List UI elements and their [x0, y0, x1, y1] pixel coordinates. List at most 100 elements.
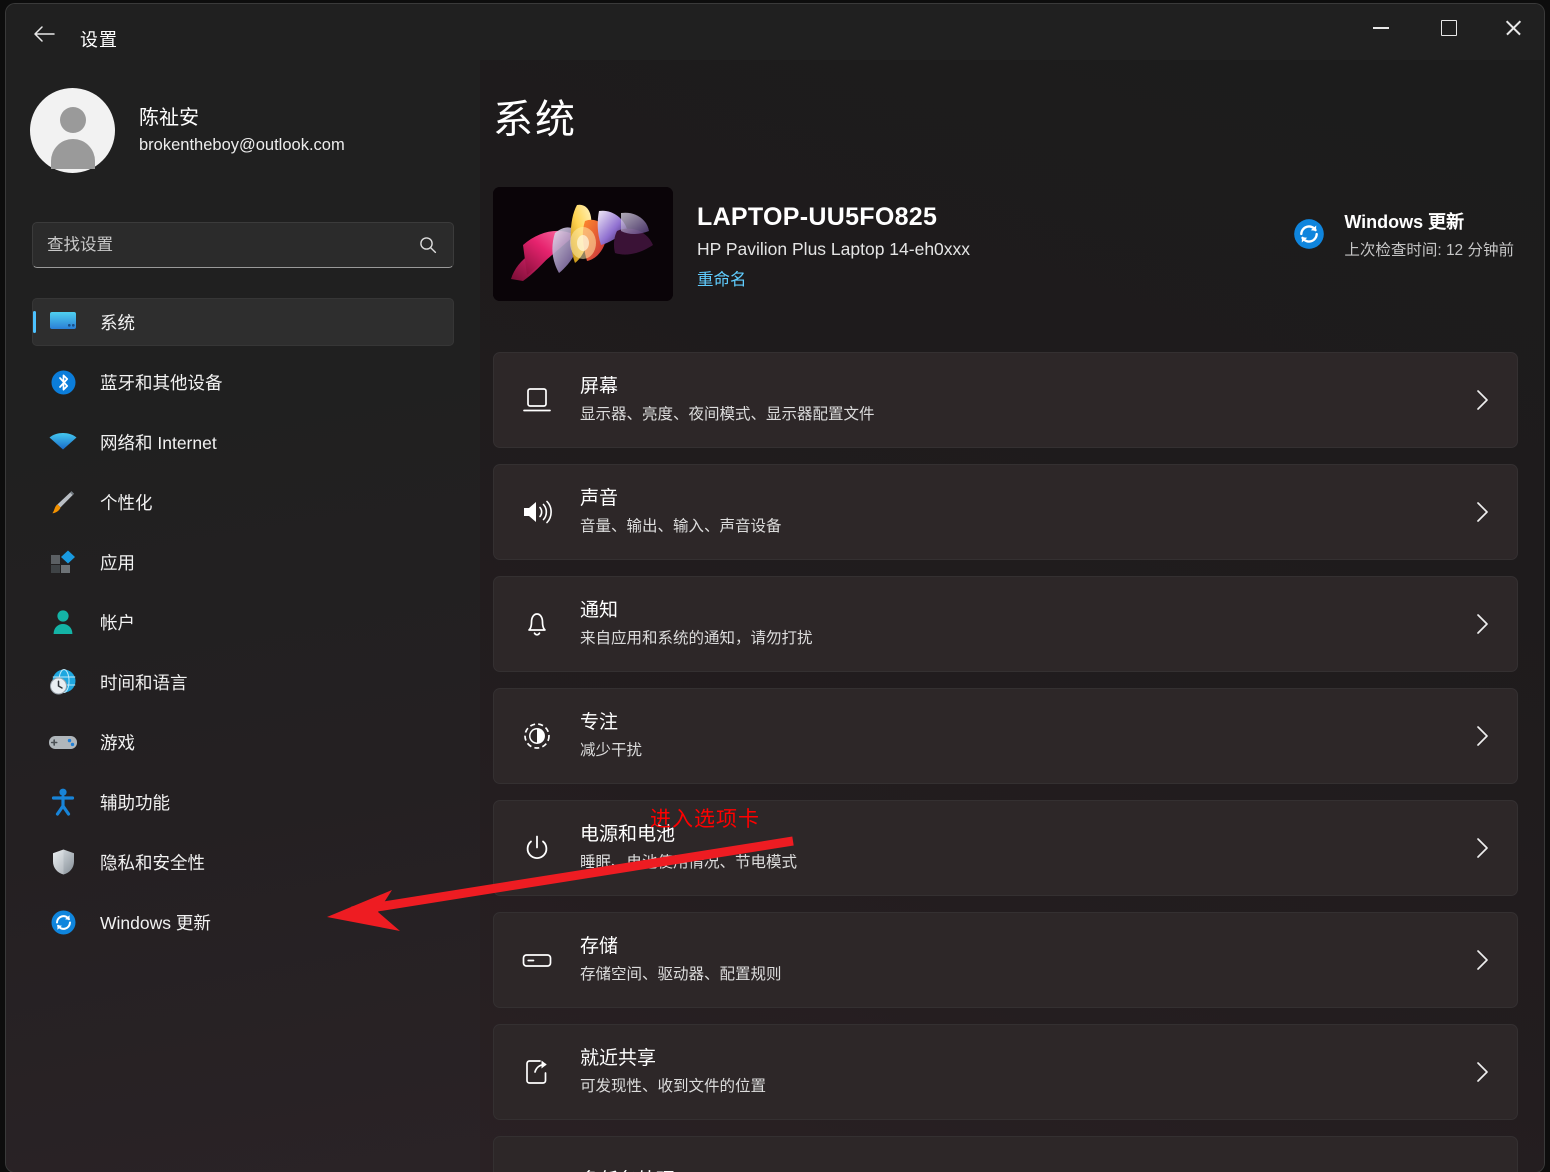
- bluetooth-icon: [48, 367, 78, 397]
- account-text: 陈祉安 brokentheboy@outlook.com: [139, 105, 345, 156]
- windows-bloom-wallpaper: [493, 187, 673, 301]
- windows-update-title: Windows 更新: [1344, 212, 1465, 232]
- card-title: 通知: [580, 600, 619, 622]
- gamepad-icon: [48, 727, 78, 757]
- search-input[interactable]: [33, 235, 419, 255]
- device-info: LAPTOP-UU5FO825 HP Pavilion Plus Laptop …: [697, 203, 970, 290]
- settings-card-power-battery[interactable]: 电源和电池 睡眠、电池使用情况、节电模式: [493, 800, 1518, 896]
- sidebar-item-personalization[interactable]: 个性化: [32, 478, 454, 526]
- chevron-right-icon[interactable]: [1476, 501, 1489, 523]
- focus-icon: [516, 715, 558, 757]
- windows-update-icon: [1293, 218, 1325, 250]
- minimize-icon: [1373, 27, 1389, 29]
- close-icon: [1504, 19, 1522, 37]
- sidebar-item-label: Windows 更新: [100, 912, 211, 933]
- card-subtitle: 睡眠、电池使用情况、节电模式: [580, 853, 798, 871]
- search-icon: [419, 236, 453, 254]
- chevron-right-icon[interactable]: [1476, 837, 1489, 859]
- rename-link[interactable]: 重命名: [697, 266, 747, 290]
- card-text: 通知 来自应用和系统的通知，请勿打扰: [580, 599, 813, 649]
- card-text: 专注 减少干扰: [580, 711, 642, 761]
- sidebar-item-bluetooth[interactable]: 蓝牙和其他设备: [32, 358, 454, 406]
- app-title: 设置: [80, 30, 118, 50]
- sidebar-item-system[interactable]: 系统: [32, 298, 454, 346]
- sidebar-item-label: 帐户: [100, 612, 135, 633]
- windows-update-status[interactable]: Windows 更新 上次检查时间: 12 分钟前: [1293, 208, 1514, 260]
- accessibility-icon: [48, 787, 78, 817]
- windows-update-text: Windows 更新 上次检查时间: 12 分钟前: [1344, 208, 1514, 260]
- account-block[interactable]: 陈祉安 brokentheboy@outlook.com: [30, 88, 345, 173]
- account-email: brokentheboy@outlook.com: [139, 135, 345, 154]
- minimize-button[interactable]: [1358, 4, 1404, 52]
- card-title: 专注: [580, 712, 619, 734]
- storage-icon: [516, 939, 558, 981]
- card-text: 屏幕 显示器、亮度、夜间模式、显示器配置文件: [580, 375, 875, 425]
- settings-card-display[interactable]: 屏幕 显示器、亮度、夜间模式、显示器配置文件: [493, 352, 1518, 448]
- time-language-icon: [48, 667, 78, 697]
- settings-card-sound[interactable]: 声音 音量、输出、输入、声音设备: [493, 464, 1518, 560]
- device-name: LAPTOP-UU5FO825: [697, 203, 938, 231]
- card-subtitle: 显示器、亮度、夜间模式、显示器配置文件: [580, 405, 875, 423]
- settings-card-nearby-sharing[interactable]: 就近共享 可发现性、收到文件的位置: [493, 1024, 1518, 1120]
- sidebar-item-privacy-security[interactable]: 隐私和安全性: [32, 838, 454, 886]
- wifi-icon: [48, 427, 78, 457]
- card-title: 存储: [580, 936, 619, 958]
- account-person-icon: [48, 607, 78, 637]
- chevron-right-icon[interactable]: [1476, 1061, 1489, 1083]
- multitasking-icon: [516, 1163, 558, 1172]
- card-text: 存储 存储空间、驱动器、配置规则: [580, 935, 782, 985]
- sidebar-item-label: 游戏: [100, 732, 135, 753]
- chevron-right-icon[interactable]: [1476, 613, 1489, 635]
- windows-update-last-check: 上次检查时间: 12 分钟前: [1344, 242, 1514, 259]
- card-text: 声音 音量、输出、输入、声音设备: [580, 487, 782, 537]
- card-text: 就近共享 可发现性、收到文件的位置: [580, 1047, 766, 1097]
- sidebar-item-label: 个性化: [100, 492, 153, 513]
- bell-icon: [516, 603, 558, 645]
- paintbrush-icon: [48, 487, 78, 517]
- card-subtitle: 减少干扰: [580, 741, 643, 759]
- sidebar-nav: 系统 蓝牙和其他设备 网络和 Internet 个性化 应用 帐户 时间和语言 …: [32, 298, 454, 958]
- maximize-button[interactable]: [1426, 4, 1472, 52]
- card-subtitle: 来自应用和系统的通知，请勿打扰: [580, 629, 813, 647]
- back-button[interactable]: [24, 18, 64, 50]
- chevron-right-icon[interactable]: [1476, 389, 1489, 411]
- search-box[interactable]: [32, 222, 454, 268]
- card-subtitle: 存储空间、驱动器、配置规则: [580, 965, 782, 983]
- sidebar-item-label: 蓝牙和其他设备: [100, 372, 223, 393]
- settings-card-notifications[interactable]: 通知 来自应用和系统的通知，请勿打扰: [493, 576, 1518, 672]
- sidebar-item-accounts[interactable]: 帐户: [32, 598, 454, 646]
- sidebar-item-gaming[interactable]: 游戏: [32, 718, 454, 766]
- card-subtitle: 音量、输出、输入、声音设备: [580, 517, 782, 535]
- card-title: 声音: [580, 488, 619, 510]
- settings-card-focus[interactable]: 专注 减少干扰: [493, 688, 1518, 784]
- settings-card-storage[interactable]: 存储 存储空间、驱动器、配置规则: [493, 912, 1518, 1008]
- sidebar-item-label: 系统: [100, 312, 135, 333]
- sidebar-item-label: 网络和 Internet: [100, 432, 217, 453]
- sidebar-item-windows-update[interactable]: Windows 更新: [32, 898, 454, 946]
- display-icon: [516, 379, 558, 421]
- speaker-icon: [516, 491, 558, 533]
- chevron-right-icon[interactable]: [1476, 949, 1489, 971]
- account-name: 陈祉安: [139, 106, 199, 129]
- power-icon: [516, 827, 558, 869]
- settings-card-list: 屏幕 显示器、亮度、夜间模式、显示器配置文件 声音 音量、输出、输入、声音设备 …: [493, 352, 1518, 1172]
- main-content: 系统 LAPTOP-UU5FO825 HP Pavilion Plus Lapt…: [480, 60, 1544, 1172]
- card-subtitle: 可发现性、收到文件的位置: [580, 1077, 767, 1095]
- sidebar-item-label: 辅助功能: [100, 792, 170, 813]
- sidebar-item-network[interactable]: 网络和 Internet: [32, 418, 454, 466]
- sidebar-item-time-language[interactable]: 时间和语言: [32, 658, 454, 706]
- user-avatar-icon: [30, 88, 115, 173]
- windows-update-icon: [48, 907, 78, 937]
- apps-icon: [48, 547, 78, 577]
- close-button[interactable]: [1490, 4, 1536, 52]
- sidebar-item-apps[interactable]: 应用: [32, 538, 454, 586]
- maximize-icon: [1441, 20, 1457, 36]
- settings-window: 设置 陈祉安 brokentheboy@outlook.com 查找设置 系统 …: [6, 4, 1544, 1172]
- sidebar-item-label: 时间和语言: [100, 672, 188, 693]
- sidebar-item-accessibility[interactable]: 辅助功能: [32, 778, 454, 826]
- settings-card-multitasking[interactable]: 多任务处理: [493, 1136, 1518, 1172]
- back-arrow-icon: [34, 26, 55, 42]
- sidebar: 陈祉安 brokentheboy@outlook.com 查找设置 系统 蓝牙和…: [6, 60, 480, 1172]
- card-title: 屏幕: [580, 376, 619, 398]
- chevron-right-icon[interactable]: [1476, 725, 1489, 747]
